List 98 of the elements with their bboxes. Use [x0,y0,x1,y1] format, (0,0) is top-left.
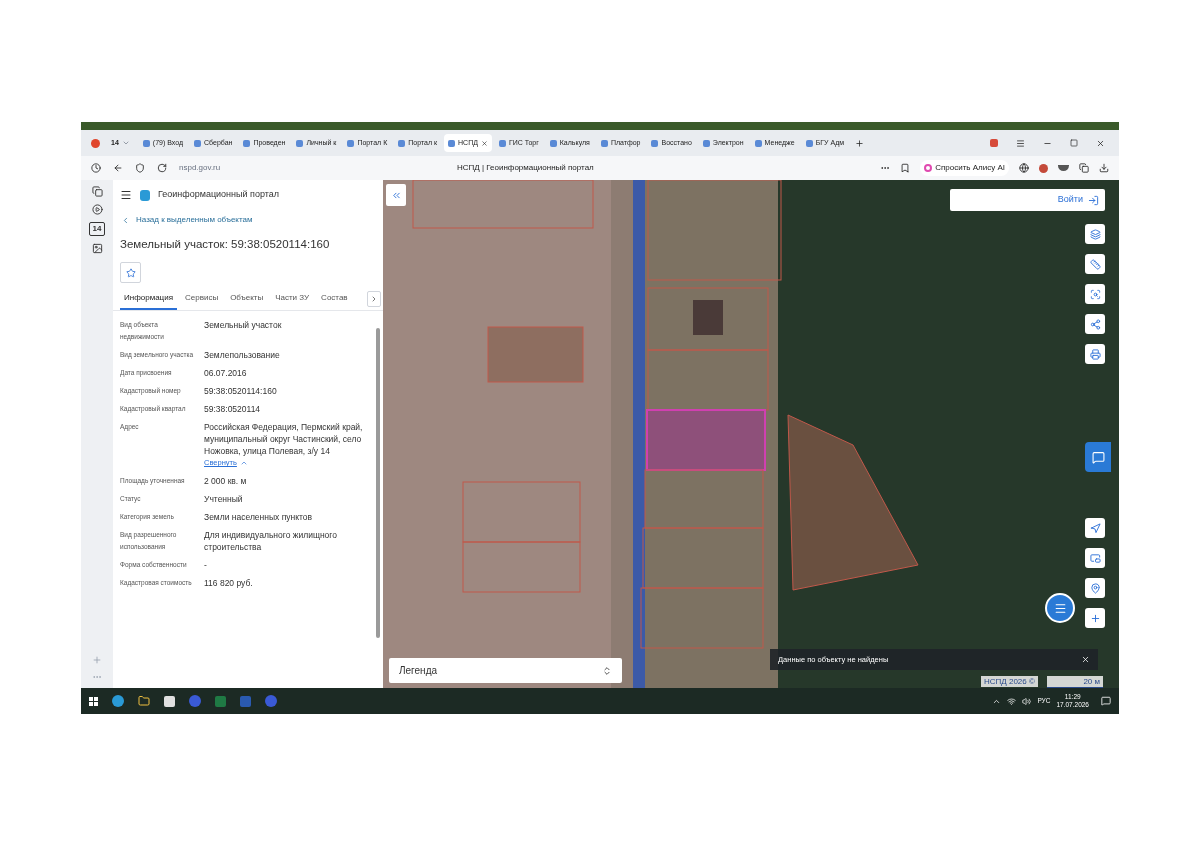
alice-button[interactable]: Спросить Алису AI [920,160,1009,176]
info-tab[interactable]: Сервисы [181,292,223,311]
history-icon[interactable] [91,163,101,173]
close-icon[interactable] [1096,138,1105,148]
speech-bubble-icon [1091,450,1105,464]
field-value: 59:38:0520114 [204,403,262,416]
back-icon[interactable] [113,163,123,173]
field-value: 116 820 руб. [204,576,254,589]
browser-logo-icon [91,138,100,148]
parcel-heading: Земельный участок: 59:38:0520114:160 [119,237,331,252]
zoom-in-icon [1089,612,1101,624]
favicon-icon [194,139,202,147]
location-button[interactable] [1085,578,1105,598]
up-down-icon [602,665,612,676]
field-value: Землепользование [204,349,281,362]
favicon-icon [347,139,355,147]
extension-icon[interactable] [1079,163,1089,173]
field-value: 2 000 кв. м [204,474,248,487]
chat-lines-icon [1053,601,1067,615]
favicon-icon [549,139,557,147]
login-icon [1088,194,1099,206]
layers-icon [1089,228,1101,240]
navigation-icon [1089,522,1101,534]
extension-icon[interactable] [1058,165,1069,171]
download-icon[interactable] [1099,163,1109,173]
notification-icon[interactable] [1101,696,1111,706]
page-title: НСПД | Геоинформационный портал [457,162,594,174]
map-attribution: НСПД 2026 © [981,676,1038,687]
caret-icon [121,139,130,147]
field-value: Российская Федерация, Пермский край, муниципальный округ Частинский, село Ножовка, улица Полевая, з/у 14 [204,421,364,458]
favicon-icon [296,139,304,147]
select-area-icon [1089,288,1101,300]
chevron-right-icon [370,295,378,304]
favicon-icon [142,139,150,147]
info-tab[interactable]: Информация [120,292,177,311]
calendar-icon[interactable]: 14 [89,222,105,236]
chevron-left-icon [121,215,130,225]
close-icon[interactable] [1081,655,1090,664]
folder-icon[interactable] [138,695,150,707]
reload-icon[interactable] [157,163,167,173]
picture-in-picture-button[interactable] [1085,548,1105,568]
play-icon[interactable] [91,204,103,215]
share-icon [1089,318,1101,330]
info-tab[interactable]: Объекты [226,292,268,311]
info-tab[interactable]: Части ЗУ [271,292,314,311]
portal-title: Геоинформационный портал [158,188,279,202]
new-tab-icon[interactable] [855,138,865,148]
field-value: 59:38:0520114:160 [204,385,278,398]
info-tab[interactable]: Состав [317,292,352,311]
star-icon [125,267,136,278]
favicon-icon [754,139,762,147]
back-link[interactable]: Назад к выделенным объектам [113,214,383,226]
side-tab-button[interactable] [1085,442,1111,472]
scale-bar: 20 м [1047,676,1103,688]
ring-icon [924,164,933,172]
favicon-icon [600,139,608,147]
favicon-icon [805,139,813,147]
print-icon [1089,348,1101,360]
favicon-icon [651,139,659,147]
windows-start-icon[interactable] [89,696,98,706]
legend-label: Легенда [399,664,438,678]
print-button[interactable] [1085,344,1105,364]
ruler-button[interactable] [1085,254,1105,274]
ruler-icon [1089,258,1101,270]
share-button[interactable] [1085,314,1105,334]
navigation-button[interactable] [1085,518,1105,538]
field-value: 06.07.2016 [204,367,248,380]
image-icon[interactable] [91,243,103,254]
field-value: Земельный участок [204,319,283,332]
field-value: - [204,558,208,571]
field-value: Для индивидуального жилищного строительства [204,528,338,553]
picture-in-picture-icon [1089,552,1101,564]
favicon-icon [498,139,506,147]
favicon-icon [448,139,455,147]
menu-icon[interactable] [120,189,132,201]
extension-icon[interactable] [1019,163,1029,173]
copy-icon[interactable] [91,186,103,197]
maximize-icon[interactable] [1070,139,1078,147]
extension-icon[interactable] [1039,163,1048,173]
field-value: Учтенный [204,492,244,505]
legend-select[interactable]: Легенда [389,658,622,683]
bookmark-icon[interactable] [900,163,911,173]
menu-icon[interactable] [1016,138,1025,148]
layers-button[interactable] [1085,224,1105,244]
location-icon [1089,582,1101,594]
select-area-button[interactable] [1085,284,1105,304]
login-button[interactable]: Войти [950,189,1105,211]
favorite-button[interactable] [120,262,141,284]
zoom-in-button[interactable] [1085,608,1105,628]
scrollbar-thumb[interactable] [376,328,380,638]
favicon-icon [243,139,251,147]
network-icon[interactable] [1007,696,1017,706]
favicon-icon [702,139,710,147]
volume-icon[interactable] [1022,696,1032,706]
url-field[interactable]: nspd.gov.ru [179,162,319,174]
favicon-icon [398,139,406,147]
portal-logo-icon [140,189,150,201]
field-value: Земли населенных пунктов [204,510,314,523]
